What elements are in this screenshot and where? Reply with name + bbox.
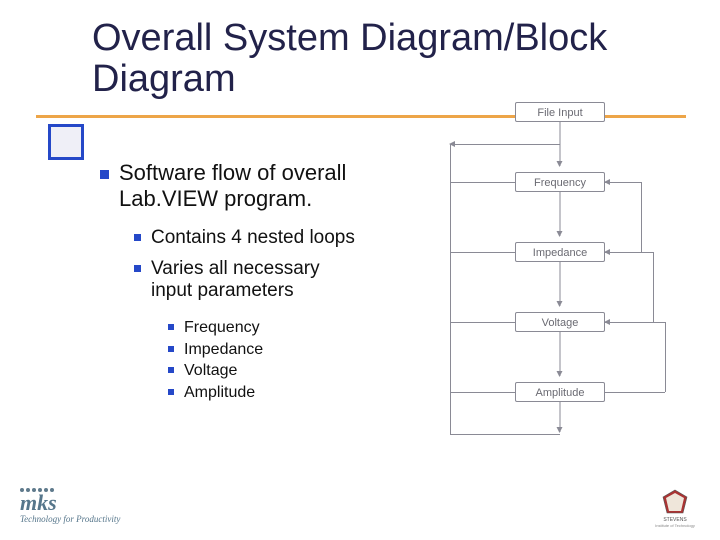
logo-text: mks: [20, 494, 130, 512]
connector: [450, 322, 515, 323]
logo-tagline: Technology for Productivity: [20, 514, 130, 524]
flow-node-impedance: Impedance: [515, 242, 605, 262]
flow-node-frequency: Frequency: [515, 172, 605, 192]
bullet-text: Software flow of overall Lab.VIEW progra…: [119, 160, 374, 213]
connector: [450, 182, 515, 183]
stevens-logo: STEVENS Institute of Technology: [652, 489, 698, 528]
bullet-text: Contains 4 nested loops: [151, 227, 366, 250]
connector: [450, 144, 560, 145]
bullet-square-icon: [134, 265, 141, 272]
bullet-level3: Frequency: [168, 317, 400, 339]
mks-logo: mks Technology for Productivity: [20, 488, 130, 524]
connector: [605, 252, 653, 253]
bullet-text: Voltage: [184, 362, 237, 379]
connector: [653, 252, 654, 322]
bullet-square-icon: [168, 324, 174, 330]
bullet-level2: Contains 4 nested loops: [134, 227, 400, 250]
logo-subtext: Institute of Technology: [652, 523, 698, 528]
bullet-square-icon: [100, 170, 109, 179]
connector: [605, 182, 641, 183]
bullet-text: Frequency: [184, 319, 260, 336]
connector: [605, 322, 665, 323]
flow-node-file-input: File Input: [515, 102, 605, 122]
bullet-level3: Impedance: [168, 339, 400, 361]
connector: [450, 252, 515, 253]
flow-diagram: File Input Frequency Impedance Voltage A…: [432, 102, 688, 438]
bullet-square-icon: [168, 367, 174, 373]
connector: [641, 182, 642, 252]
title-accent-box: [48, 124, 84, 160]
bullet-text: Amplitude: [184, 384, 255, 401]
arrow-down-icon: [560, 262, 561, 306]
bullet-text: Varies all necessary input parameters: [151, 258, 366, 304]
arrow-down-icon: [560, 402, 561, 432]
bullet-text: Impedance: [184, 341, 263, 358]
bullet-level2: Varies all necessary input parameters: [134, 258, 400, 304]
slide-title: Overall System Diagram/Block Diagram: [92, 18, 690, 100]
flow-node-amplitude: Amplitude: [515, 382, 605, 402]
bullet-level1: Software flow of overall Lab.VIEW progra…: [100, 160, 400, 213]
bullet-square-icon: [134, 234, 141, 241]
bullet-level3: Voltage: [168, 360, 400, 382]
shield-icon: [660, 489, 690, 515]
connector: [450, 392, 515, 393]
flow-node-voltage: Voltage: [515, 312, 605, 332]
arrow-down-icon: [560, 192, 561, 236]
connector: [450, 144, 451, 434]
bullet-level3: Amplitude: [168, 382, 400, 404]
bullet-square-icon: [168, 346, 174, 352]
connector: [665, 322, 666, 392]
arrow-down-icon: [560, 332, 561, 376]
connector: [605, 392, 665, 393]
connector: [450, 434, 560, 435]
bullet-square-icon: [168, 389, 174, 395]
bullet-content: Software flow of overall Lab.VIEW progra…: [100, 160, 400, 404]
